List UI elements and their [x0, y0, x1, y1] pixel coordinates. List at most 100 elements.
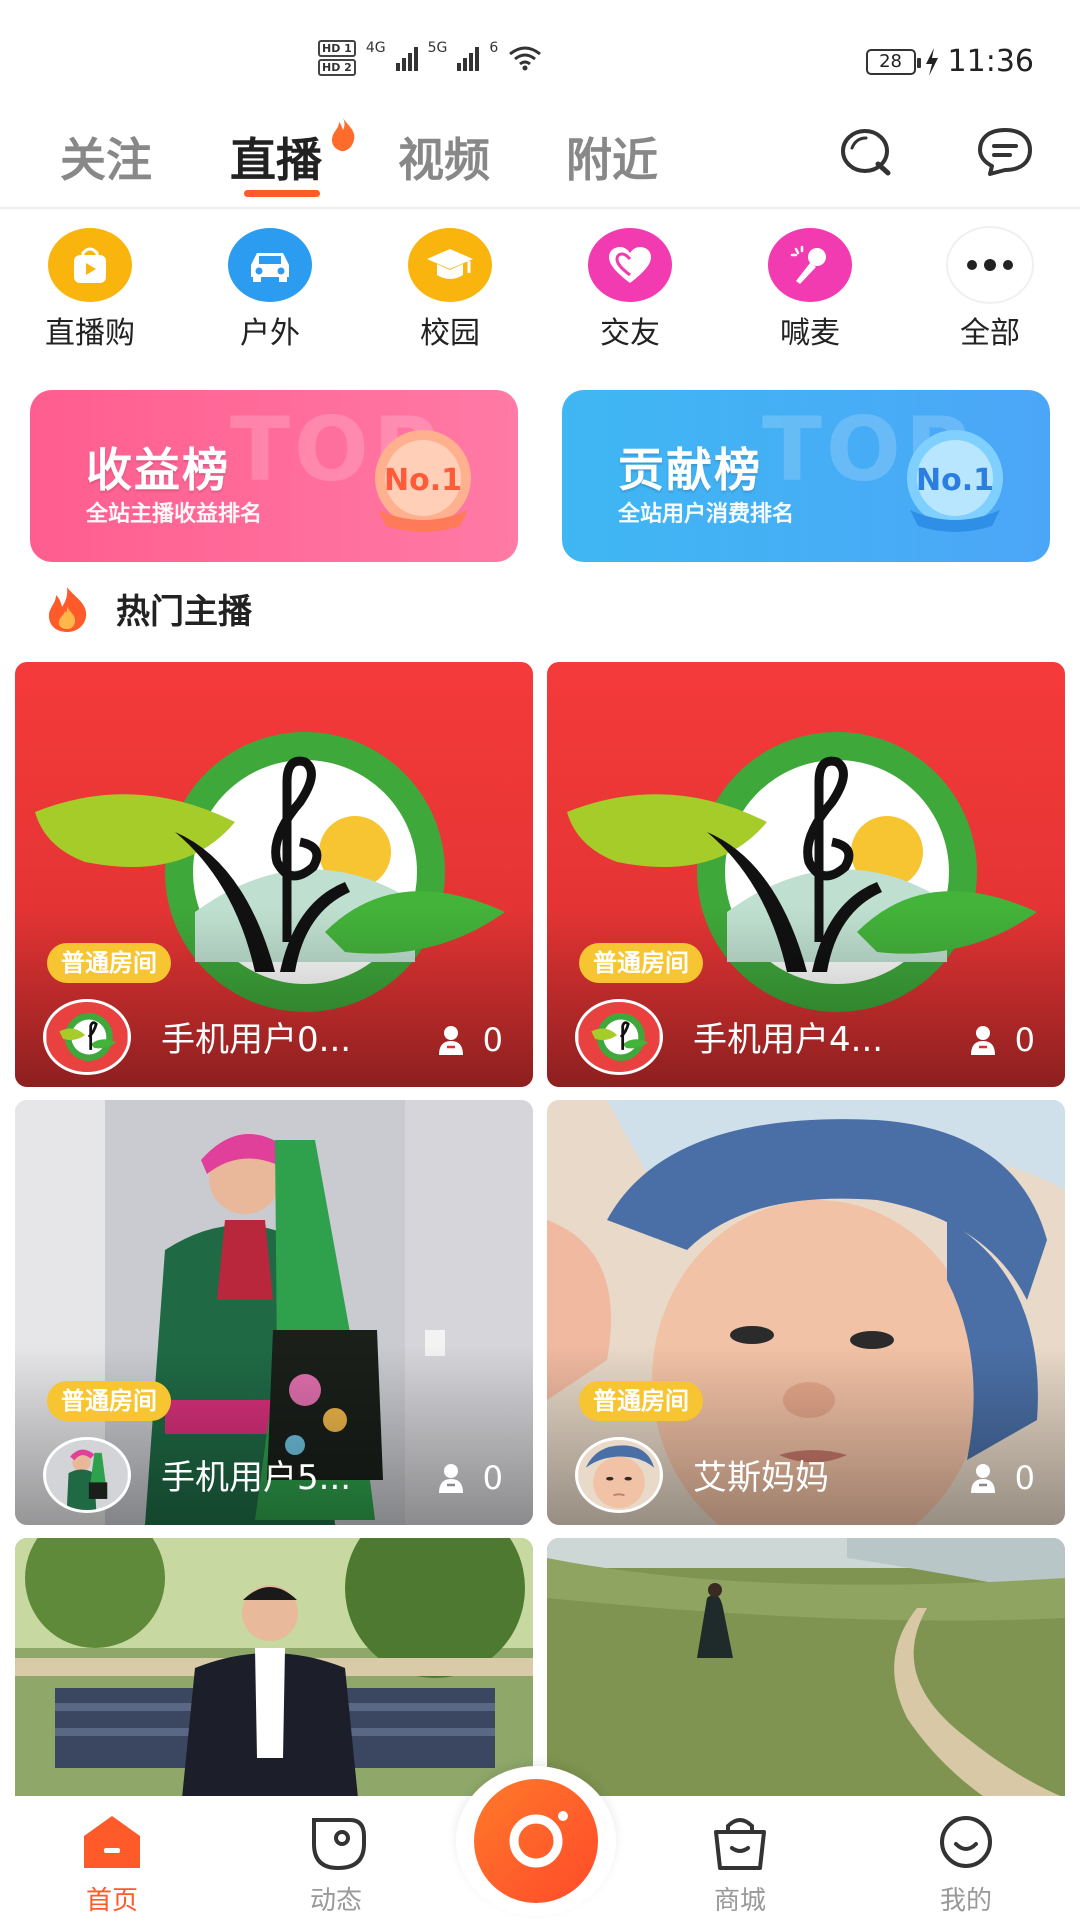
cover-photo — [15, 1538, 533, 1818]
nav-label: 首页 — [85, 1886, 138, 1916]
live-room-card[interactable]: 普通房间 手机用户4... 0 — [547, 662, 1065, 1087]
live-room-card[interactable] — [547, 1538, 1065, 1818]
section-title: 热门主播 — [116, 592, 252, 632]
user-icon — [438, 1464, 463, 1493]
banner-subtitle: 全站用户消费排名 — [618, 502, 795, 527]
heart-icon — [588, 228, 672, 302]
clock: 11:36 — [947, 44, 1034, 79]
medal-label: No.1 — [384, 463, 462, 498]
no1-medal-icon: No.1 — [375, 430, 471, 532]
nav-home[interactable]: 首页 — [52, 1814, 172, 1917]
avatar[interactable] — [43, 1437, 131, 1513]
status-right: 28 11:36 — [865, 44, 1034, 79]
category-shout-mic[interactable]: 喊麦 — [730, 228, 890, 352]
more-dots-icon — [948, 228, 1032, 302]
user-icon — [970, 1464, 995, 1493]
avatar[interactable] — [575, 1437, 663, 1513]
signal-icon-2 — [457, 45, 480, 71]
message-icon[interactable] — [976, 126, 1034, 178]
category-label: 全部 — [960, 316, 1020, 351]
live-room-card[interactable]: 普通房间 艾斯妈妈 0 — [547, 1100, 1065, 1525]
hd-indicators: HD 1 HD 2 — [318, 40, 356, 76]
category-label: 喊麦 — [780, 316, 840, 351]
hot-flame-icon — [331, 118, 355, 152]
wifi-icon — [509, 46, 542, 71]
smile-face-icon — [940, 1816, 992, 1868]
cover-photo — [547, 1538, 1065, 1818]
banner-title: 贡献榜 — [618, 443, 762, 497]
category-label: 交友 — [600, 316, 660, 351]
signal-icon — [395, 45, 418, 71]
nav-mall[interactable]: 商城 — [680, 1814, 800, 1917]
graduation-cap-icon — [408, 228, 492, 302]
viewer-count: 0 — [969, 1459, 1035, 1497]
charging-icon — [925, 47, 938, 76]
active-tab-indicator — [244, 190, 320, 197]
viewer-count-value: 0 — [482, 1459, 503, 1497]
viewer-count: 0 — [437, 1459, 503, 1497]
category-label: 户外 — [240, 316, 300, 351]
live-room-card[interactable]: 普通房间 手机用户0... 0 — [15, 662, 533, 1087]
live-room-card[interactable] — [15, 1538, 533, 1818]
battery-level: 28 — [879, 51, 902, 72]
tab-nearby[interactable]: 附近 — [566, 124, 658, 190]
income-rank-banner[interactable]: TOP 收益榜 全站主播收益排名 No.1 — [30, 390, 518, 562]
status-bar: HD 1 HD 2 4G 5G 6 28 11:36 — [0, 0, 1080, 100]
category-dating[interactable]: 交友 — [550, 228, 710, 352]
avatar[interactable] — [43, 999, 131, 1075]
nav-me[interactable]: 我的 — [906, 1814, 1026, 1917]
category-outdoor[interactable]: 户外 — [190, 228, 350, 352]
user-icon — [438, 1026, 463, 1055]
nav-label: 我的 — [939, 1886, 992, 1916]
viewer-count: 0 — [437, 1021, 503, 1059]
room-type-badge: 普通房间 — [47, 1381, 171, 1421]
category-row: 直播购 户外 校园 交友 喊麦 全部 — [0, 228, 1080, 351]
category-campus[interactable]: 校园 — [370, 228, 530, 352]
status-left: HD 1 HD 2 4G 5G 6 — [318, 40, 542, 76]
flame-icon — [48, 586, 87, 632]
net2-label: 5G — [427, 40, 448, 56]
anchor-name: 手机用户5... — [161, 1458, 352, 1498]
hot-anchors-section-header: 热门主播 — [44, 584, 252, 633]
tab-live[interactable]: 直播 — [230, 124, 322, 190]
category-live-shopping[interactable]: 直播购 — [10, 228, 170, 352]
nav-moments[interactable]: 动态 — [276, 1814, 396, 1917]
shopping-bag-icon — [714, 1818, 766, 1870]
medal-label: No.1 — [916, 463, 994, 498]
car-icon — [228, 228, 312, 302]
anchor-name: 手机用户4... — [693, 1020, 884, 1060]
viewer-count: 0 — [969, 1021, 1035, 1059]
viewer-count-value: 0 — [1014, 1459, 1035, 1497]
nav-label: 动态 — [309, 1886, 362, 1916]
banner-subtitle: 全站主播收益排名 — [86, 502, 263, 527]
user-icon — [970, 1026, 995, 1055]
hd1-label: HD 1 — [318, 40, 356, 57]
banner-title: 收益榜 — [86, 443, 230, 497]
room-type-badge: 普通房间 — [579, 943, 703, 983]
camera-icon — [474, 1779, 598, 1903]
category-all[interactable]: 全部 — [910, 228, 1070, 352]
shopping-bag-play-icon — [48, 228, 132, 302]
nav-label: 商城 — [713, 1886, 766, 1916]
category-label: 直播购 — [45, 316, 135, 351]
go-live-button[interactable] — [456, 1766, 616, 1916]
tab-video[interactable]: 视频 — [398, 124, 490, 190]
tab-follow[interactable]: 关注 — [60, 124, 152, 190]
live-room-card[interactable]: 普通房间 手机用户5... 0 — [15, 1100, 533, 1525]
avatar[interactable] — [575, 999, 663, 1075]
header-divider — [0, 207, 1080, 209]
net1-label: 4G — [365, 40, 386, 56]
room-type-badge: 普通房间 — [579, 1381, 703, 1421]
battery-icon: 28 — [865, 48, 921, 75]
moments-icon — [312, 1818, 366, 1871]
microphone-icon — [768, 228, 852, 302]
anchor-name: 手机用户0... — [161, 1020, 352, 1060]
viewer-count-value: 0 — [1014, 1021, 1035, 1059]
anchor-name: 艾斯妈妈 — [693, 1458, 829, 1498]
room-type-badge: 普通房间 — [47, 943, 171, 983]
viewer-count-value: 0 — [482, 1021, 503, 1059]
search-icon[interactable] — [838, 126, 896, 178]
contribution-rank-banner[interactable]: TOP 贡献榜 全站用户消费排名 No.1 — [562, 390, 1050, 562]
hd2-label: HD 2 — [318, 59, 356, 76]
home-icon — [84, 1816, 140, 1868]
